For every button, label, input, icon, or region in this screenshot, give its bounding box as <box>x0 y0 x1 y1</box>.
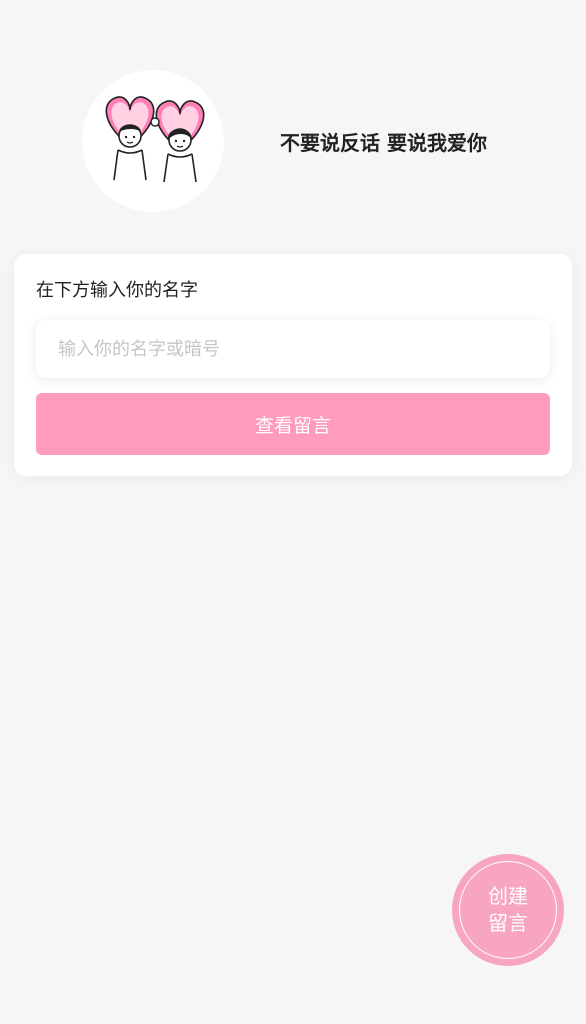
name-form-card: 在下方输入你的名字 查看留言 <box>14 254 572 476</box>
create-message-label-line1: 创建 <box>488 884 528 908</box>
create-message-button[interactable]: 创建 留言 <box>452 854 564 966</box>
view-messages-button[interactable]: 查看留言 <box>36 393 550 455</box>
name-input-label: 在下方输入你的名字 <box>36 280 198 301</box>
couple-hearts-illustration <box>105 96 205 183</box>
name-input[interactable] <box>36 320 550 378</box>
slogan-text: 不要说反话 要说我爱你 <box>280 131 487 155</box>
create-message-label-line2: 留言 <box>488 911 528 935</box>
avatar <box>82 70 224 212</box>
create-message-ring: 创建 留言 <box>459 861 557 959</box>
